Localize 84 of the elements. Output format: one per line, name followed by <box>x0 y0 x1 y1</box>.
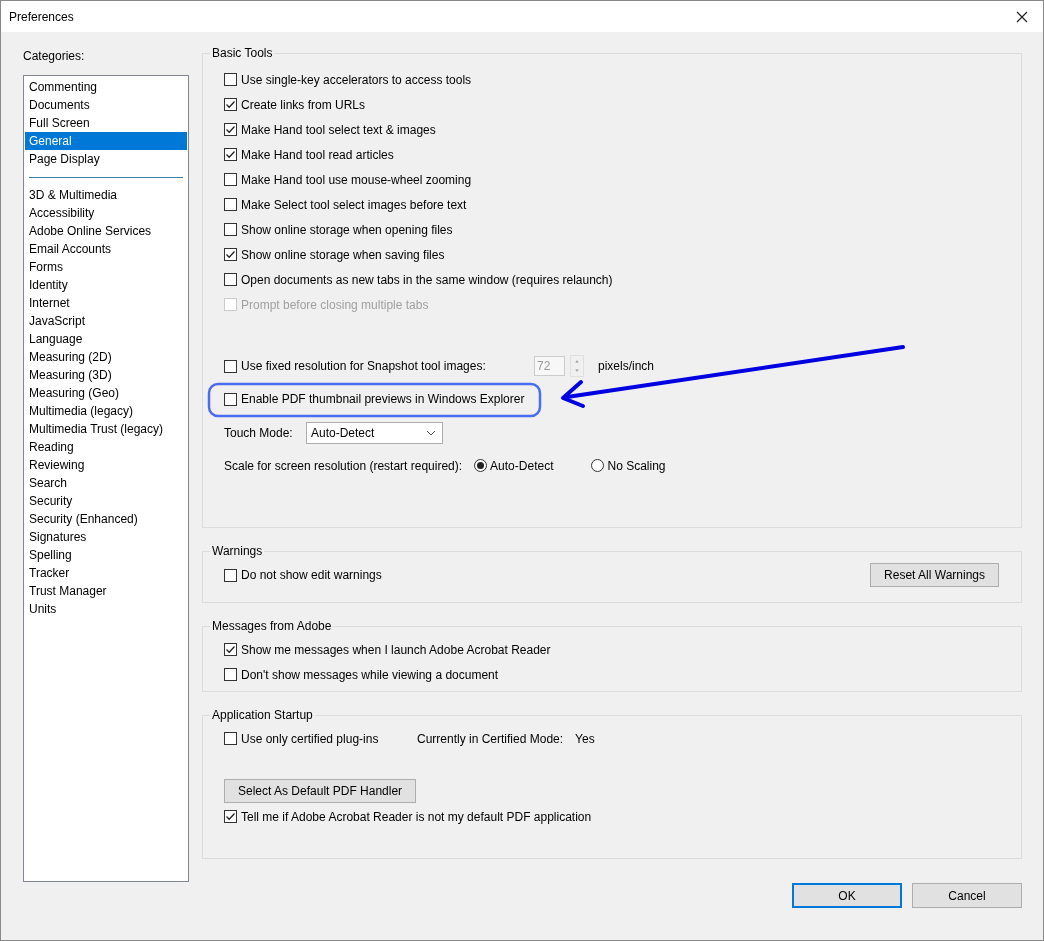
checkbox[interactable] <box>224 73 237 86</box>
category-item[interactable]: Identity <box>25 276 187 294</box>
category-item[interactable]: Reading <box>25 438 187 456</box>
touch-mode-dropdown[interactable]: Auto-Detect <box>306 421 443 444</box>
checkbox[interactable] <box>224 359 237 373</box>
touch-mode-label: Touch Mode: <box>224 425 294 440</box>
category-item[interactable]: Language <box>25 330 187 348</box>
category-item[interactable]: General <box>25 132 187 150</box>
chevron-down-icon <box>426 429 436 436</box>
category-item[interactable]: Documents <box>25 96 187 114</box>
category-item[interactable]: Email Accounts <box>25 240 187 258</box>
checkbox-label: Make Hand tool use mouse-wheel zooming <box>241 172 472 187</box>
group-title: Application Startup <box>211 707 314 724</box>
category-item[interactable]: Security (Enhanced) <box>25 510 187 528</box>
category-item[interactable]: Page Display <box>25 150 187 168</box>
window-title: Preferences <box>9 9 74 24</box>
checkbox[interactable] <box>224 273 237 286</box>
category-item[interactable]: Full Screen <box>25 114 187 132</box>
group-title: Messages from Adobe <box>211 618 333 635</box>
scale-label: Scale for screen resolution (restart required): <box>224 458 463 473</box>
checkbox[interactable] <box>224 643 237 656</box>
category-item[interactable]: Security <box>25 492 187 510</box>
radio-label: No Scaling <box>607 458 666 473</box>
checkbox-label: Use single-key accelerators to access tools <box>241 72 472 87</box>
checkbox-label: Don't show messages while viewing a document <box>241 667 499 682</box>
default-handler-button[interactable]: Select As Default PDF Handler <box>224 778 417 803</box>
certified-mode-value: Yes <box>575 731 595 746</box>
checkbox-label: Use only certified plug-ins <box>241 731 380 746</box>
category-item[interactable]: Measuring (Geo) <box>25 384 187 402</box>
radio-button[interactable] <box>591 459 605 472</box>
checkbox[interactable] <box>224 732 237 745</box>
category-item[interactable]: Units <box>25 600 187 618</box>
close-icon[interactable] <box>1016 10 1028 23</box>
checkbox-label: Use fixed resolution for Snapshot tool images: <box>241 359 487 373</box>
cancel-button[interactable]: Cancel <box>912 883 1022 908</box>
category-item[interactable]: Spelling <box>25 546 187 564</box>
group-title: Basic Tools <box>211 45 274 62</box>
checkbox-label: Show online storage when saving files <box>241 247 445 262</box>
certified-mode-label: Currently in Certified Mode: <box>417 731 564 746</box>
checkbox-label: Make Hand tool select text & images <box>241 122 436 137</box>
checkbox[interactable] <box>224 148 237 161</box>
checkbox-label: Show online storage when opening files <box>241 222 453 237</box>
checkbox-label: Show me messages when I launch Adobe Acrobat Reader <box>241 642 551 657</box>
category-item[interactable]: Measuring (2D) <box>25 348 187 366</box>
checkbox[interactable] <box>224 173 237 186</box>
category-item[interactable]: Multimedia (legacy) <box>25 402 187 420</box>
category-item[interactable]: Reviewing <box>25 456 187 474</box>
category-item[interactable]: Commenting <box>25 78 187 96</box>
category-item[interactable]: Internet <box>25 294 187 312</box>
category-item[interactable]: Accessibility <box>25 204 187 222</box>
category-item[interactable]: JavaScript <box>25 312 187 330</box>
category-item[interactable]: Tracker <box>25 564 187 582</box>
ok-button[interactable]: OK <box>792 883 902 908</box>
checkbox-label: Do not show edit warnings <box>241 568 382 582</box>
checkbox-label: Make Hand tool read articles <box>241 147 394 162</box>
checkbox[interactable] <box>224 392 237 406</box>
checkbox-label: Open documents as new tabs in the same window (requires relaunch) <box>241 272 613 287</box>
checkbox[interactable] <box>224 198 237 211</box>
checkbox-label: Create links from URLs <box>241 97 366 112</box>
checkbox[interactable] <box>224 568 237 582</box>
radio-button[interactable] <box>474 459 488 472</box>
checkbox-label: Enable PDF thumbnail previews in Windows Explorer <box>241 392 525 406</box>
category-item[interactable]: 3D & Multimedia <box>25 186 187 204</box>
category-item[interactable]: Multimedia Trust (legacy) <box>25 420 187 438</box>
checkbox[interactable] <box>224 123 237 136</box>
checkbox[interactable] <box>224 668 237 681</box>
checkbox[interactable] <box>224 223 237 236</box>
category-item[interactable]: Forms <box>25 258 187 276</box>
category-item[interactable]: Adobe Online Services <box>25 222 187 240</box>
reset-warnings-button[interactable]: Reset All Warnings <box>870 563 999 587</box>
checkbox[interactable] <box>224 98 237 111</box>
checkbox-label: Tell me if Adobe Acrobat Reader is not my default PDF application <box>241 809 592 824</box>
group-title: Warnings <box>211 543 264 560</box>
checkbox-label: Make Select tool select images before text <box>241 197 467 212</box>
checkbox[interactable] <box>224 810 237 823</box>
category-item[interactable]: Signatures <box>25 528 187 546</box>
category-item[interactable]: Trust Manager <box>25 582 187 600</box>
checkbox-label: Prompt before closing multiple tabs <box>241 297 429 312</box>
category-item[interactable]: Measuring (3D) <box>25 366 187 384</box>
checkbox[interactable] <box>224 248 237 261</box>
categories-label: Categories: <box>23 48 85 65</box>
radio-label: Auto-Detect <box>490 458 554 473</box>
category-item[interactable]: Search <box>25 474 187 492</box>
unit-label: pixels/inch <box>598 359 655 373</box>
